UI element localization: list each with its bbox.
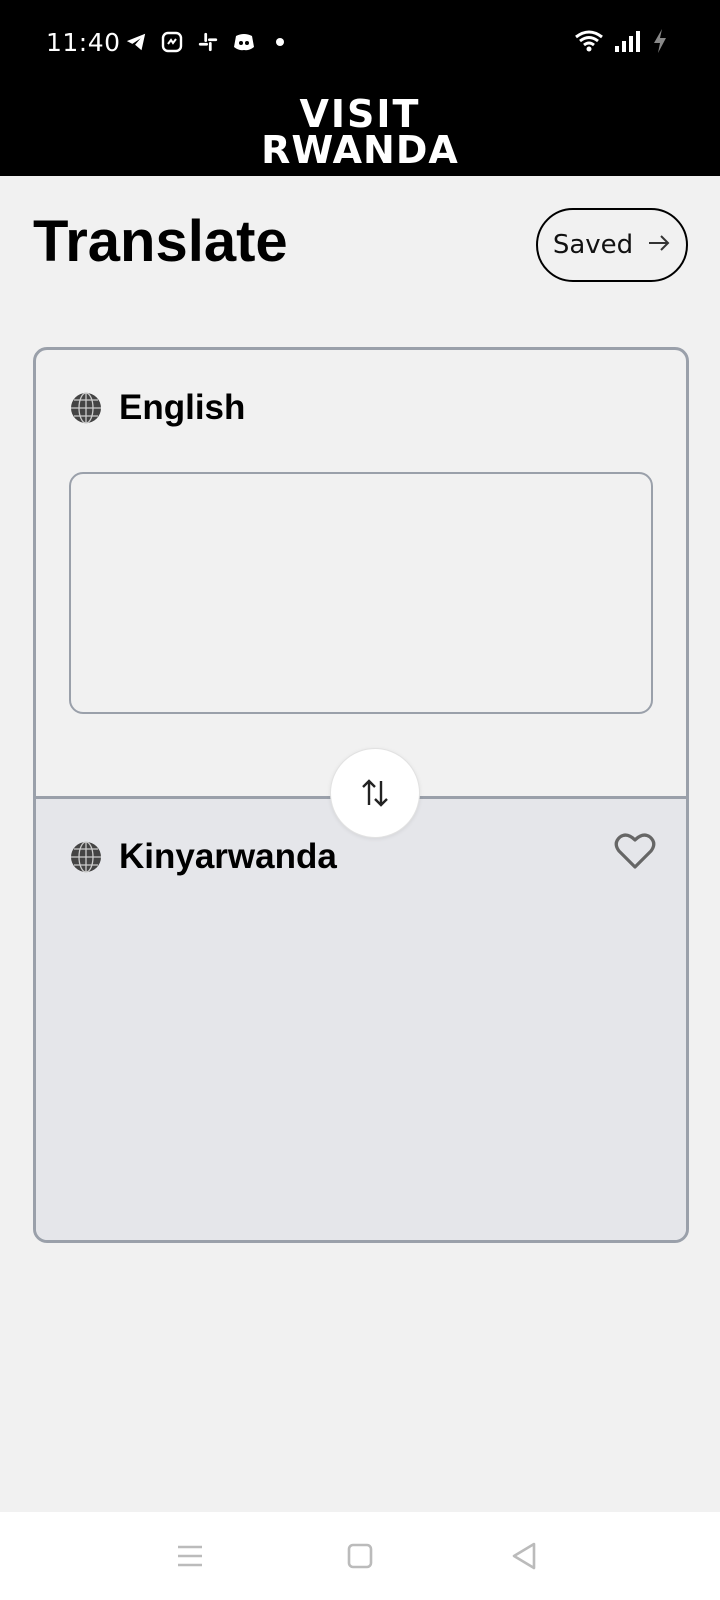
menu-icon [178,1545,202,1567]
swap-arrows-icon [362,779,388,807]
source-language-label: English [119,388,246,427]
notification-icons [124,30,292,54]
target-language-selector[interactable]: Kinyarwanda [69,837,337,877]
source-language-selector[interactable]: English [69,388,245,428]
logo-line-1: VISIT [299,92,421,136]
system-icons [574,28,668,59]
discord-icon [232,30,256,54]
menu-button[interactable] [172,1538,208,1574]
telegram-icon [124,30,148,54]
wifi-icon [574,29,604,58]
logo-line-2: RWANDA [261,128,459,172]
status-time: 11:40 [46,28,121,57]
back-triangle-icon [512,1542,536,1570]
app-header: VISIT RWANDA [0,88,720,176]
dot-icon [268,30,292,54]
visit-rwanda-logo: VISIT RWANDA [260,92,460,172]
back-button[interactable] [506,1538,542,1574]
system-navigation-bar [0,1512,720,1600]
battery-charging-icon [652,28,668,59]
page-title: Translate [33,209,288,274]
arrow-right-icon [647,230,671,260]
source-panel: English [36,350,686,796]
home-square-icon [347,1543,373,1569]
heart-icon [614,833,656,869]
source-text-input[interactable] [69,472,653,714]
messenger-icon [160,30,184,54]
favorite-button[interactable] [614,831,656,871]
slack-icon [196,30,220,54]
home-button[interactable] [342,1538,378,1574]
globe-icon [71,392,101,424]
saved-button[interactable]: Saved [536,208,688,282]
swap-languages-button[interactable] [330,748,420,838]
status-bar: 11:40 [0,0,720,88]
globe-icon [71,841,101,873]
target-panel: Kinyarwanda [36,796,686,1240]
saved-button-label: Saved [552,230,634,260]
signal-icon [614,29,642,58]
target-language-label: Kinyarwanda [119,837,337,876]
